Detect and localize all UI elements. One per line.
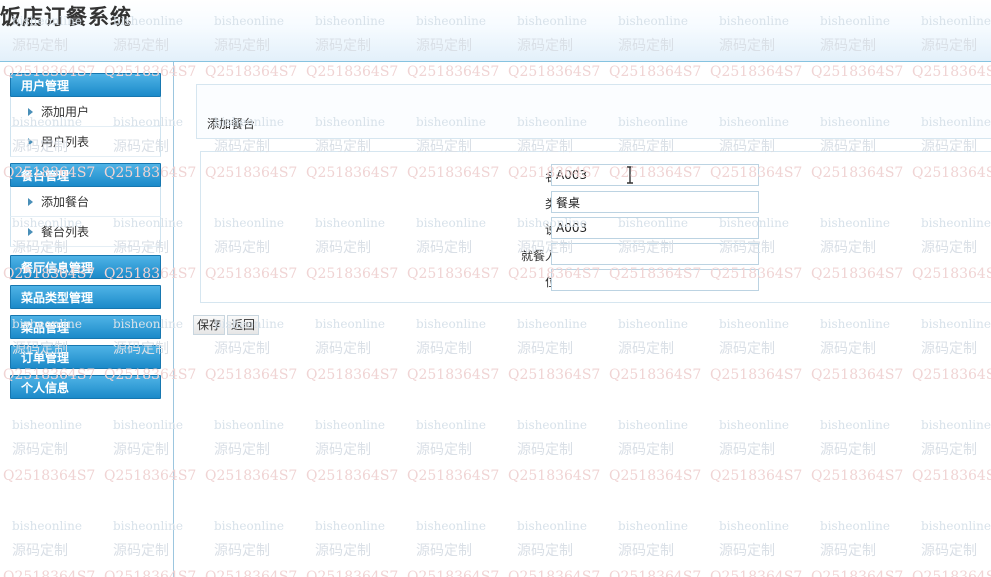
save-button[interactable]: 保存 — [193, 315, 226, 335]
back-button[interactable]: 返回 — [227, 315, 260, 335]
page-heading-box: 添加餐台 — [196, 84, 991, 139]
sidebar: 用户管理 添加用户 用户列表 餐台管理 添加餐台 餐台列表 餐厅信息管理 菜品类… — [0, 62, 174, 577]
sidebar-item-user-list[interactable]: 用户列表 — [10, 127, 161, 157]
sidebar-item-add-table[interactable]: 添加餐台 — [10, 187, 161, 217]
type-input[interactable] — [551, 191, 759, 213]
sidebar-item-label: 用户列表 — [41, 135, 90, 149]
sidebar-group-tables-header[interactable]: 餐台管理 — [10, 163, 161, 187]
form-row-description: 说明 — [201, 217, 991, 241]
sidebar-group-restaurant: 餐厅信息管理 — [10, 255, 161, 279]
page-heading: 添加餐台 — [207, 117, 256, 131]
sidebar-item-label: 添加餐台 — [41, 195, 90, 209]
triangle-right-icon — [28, 228, 33, 236]
sidebar-group-tables: 餐台管理 添加餐台 餐台列表 — [10, 163, 161, 247]
triangle-right-icon — [28, 108, 33, 116]
sidebar-group-orders-header[interactable]: 订单管理 — [10, 345, 161, 369]
sidebar-group-dishes-header[interactable]: 菜品管理 — [10, 315, 161, 339]
form-row-type: 类型 — [201, 191, 991, 215]
add-table-form: 名称 类型 说明 就餐人数 位置 — [200, 151, 991, 303]
triangle-right-icon — [28, 138, 33, 146]
app-title: 饭店订餐系统 — [0, 5, 132, 29]
sidebar-group-orders: 订单管理 — [10, 345, 161, 369]
sidebar-group-restaurant-header[interactable]: 餐厅信息管理 — [10, 255, 161, 279]
sidebar-group-profile-header[interactable]: 个人信息 — [10, 375, 161, 399]
sidebar-item-label: 添加用户 — [41, 105, 90, 119]
sidebar-item-table-list[interactable]: 餐台列表 — [10, 217, 161, 247]
app-header: 饭店订餐系统 — [0, 0, 991, 62]
triangle-right-icon — [28, 198, 33, 206]
location-input[interactable] — [551, 269, 759, 291]
sidebar-group-dish-types-header[interactable]: 菜品类型管理 — [10, 285, 161, 309]
seats-input[interactable] — [551, 243, 759, 265]
form-row-location: 位置 — [201, 269, 991, 293]
sidebar-group-dishes: 菜品管理 — [10, 315, 161, 339]
text-cursor-icon — [627, 166, 633, 184]
sidebar-group-users: 用户管理 添加用户 用户列表 — [10, 73, 161, 157]
form-row-seats: 就餐人数 — [201, 243, 991, 267]
main-content: 添加餐台 名称 类型 说明 就餐人数 位置 保存 返回 — [180, 62, 991, 577]
sidebar-group-dish-types: 菜品类型管理 — [10, 285, 161, 309]
name-input[interactable] — [551, 164, 759, 186]
form-row-name: 名称 — [201, 164, 991, 188]
description-input[interactable] — [551, 217, 759, 239]
sidebar-group-users-header[interactable]: 用户管理 — [10, 73, 161, 97]
sidebar-group-profile: 个人信息 — [10, 375, 161, 399]
sidebar-item-label: 餐台列表 — [41, 225, 90, 239]
sidebar-item-add-user[interactable]: 添加用户 — [10, 97, 161, 127]
